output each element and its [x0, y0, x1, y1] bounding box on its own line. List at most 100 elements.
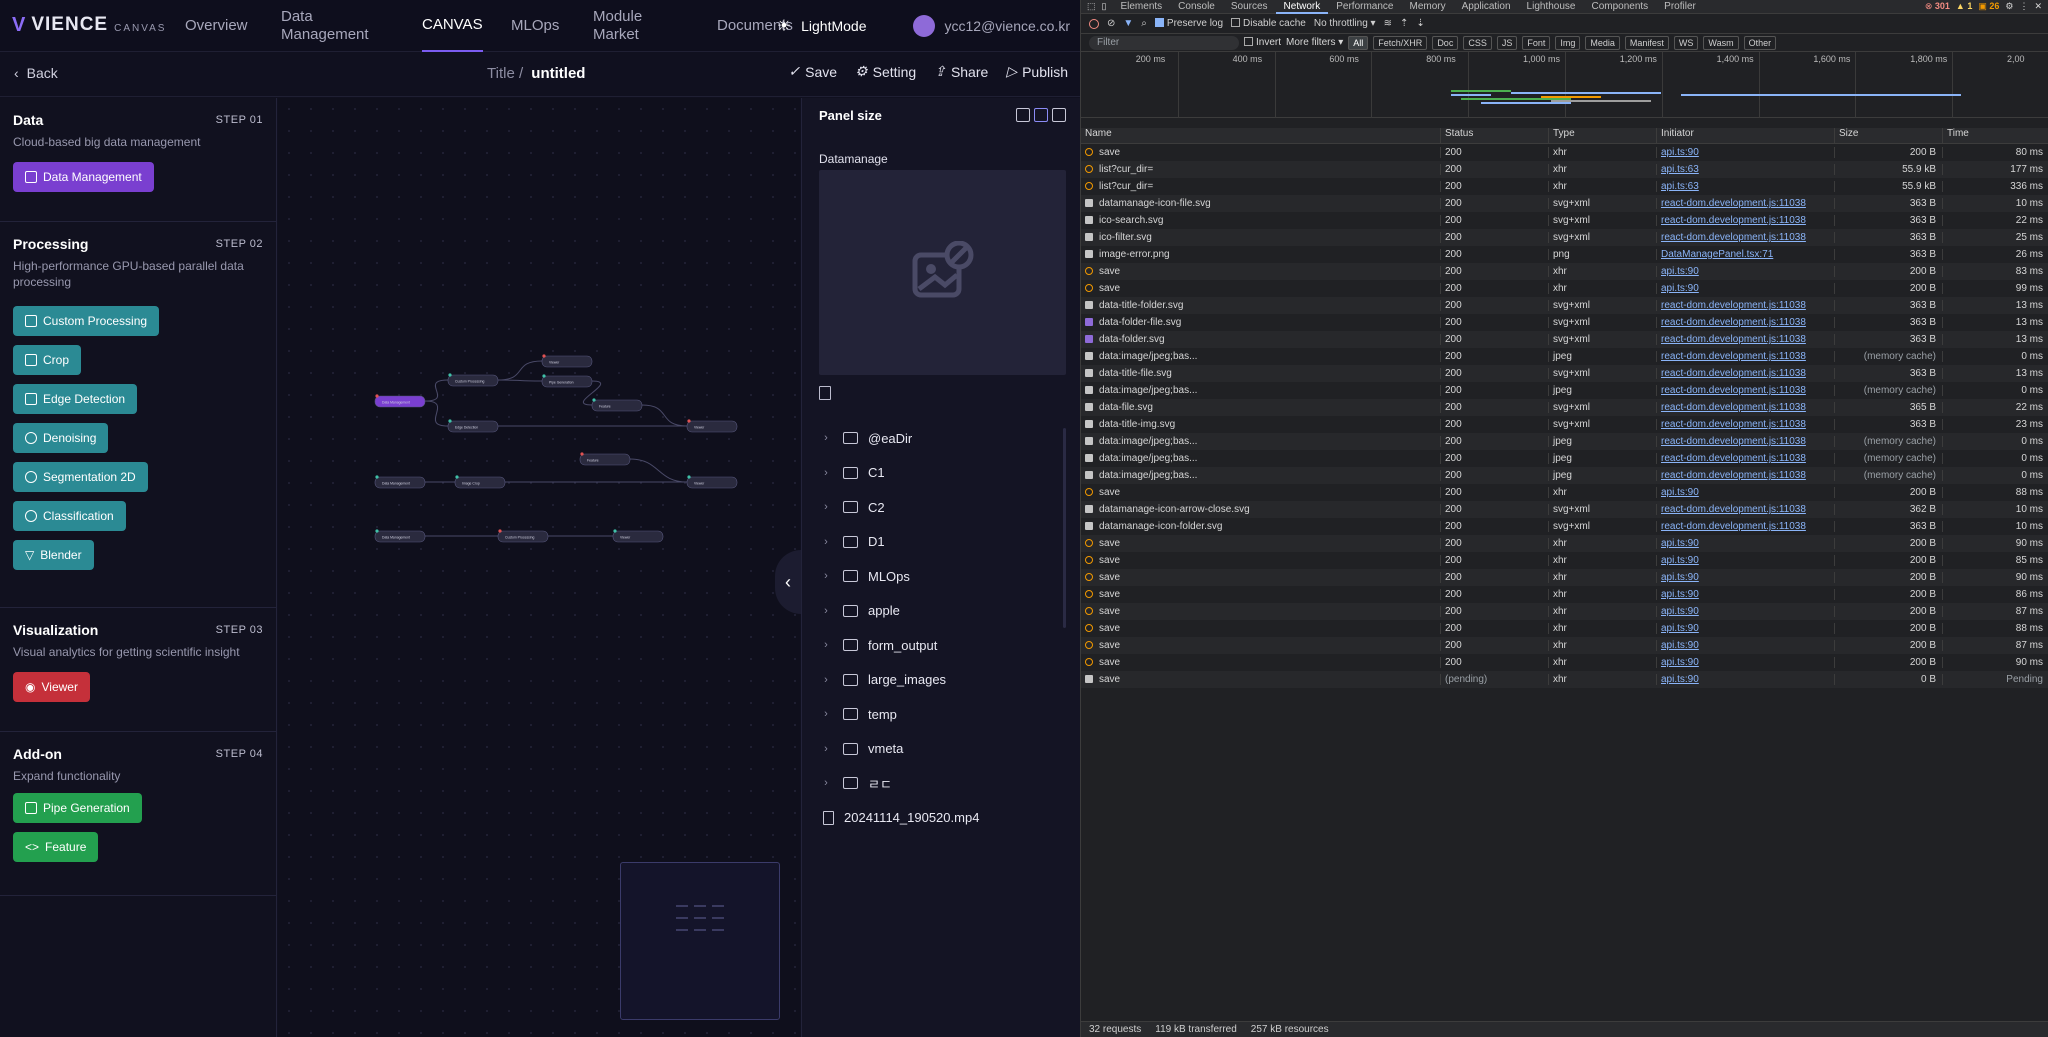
initiator-link[interactable]: api.ts:90 [1661, 266, 1699, 277]
table-row[interactable]: save 200 xhr api.ts:90 200 B 88 ms [1081, 484, 2048, 501]
pipeline-node[interactable]: Custom Processing [497, 529, 549, 543]
request-initiator[interactable]: react-dom.development.js:11038 [1657, 334, 1835, 345]
initiator-link[interactable]: react-dom.development.js:11038 [1661, 436, 1806, 447]
request-name[interactable]: data:image/jpeg;bas... [1081, 453, 1441, 464]
devtools-tab-memory[interactable]: Memory [1401, 0, 1453, 14]
request-name[interactable]: save [1081, 283, 1441, 294]
table-row[interactable]: save 200 xhr api.ts:90 200 B 87 ms [1081, 603, 2048, 620]
initiator-link[interactable]: api.ts:90 [1661, 147, 1699, 158]
minimap[interactable] [620, 862, 780, 1020]
request-name[interactable]: save [1081, 538, 1441, 549]
initiator-link[interactable]: api.ts:90 [1661, 606, 1699, 617]
table-row[interactable]: datamanage-icon-folder.svg 200 svg+xml reac… [1081, 518, 2048, 535]
wifi-icon[interactable]: ≋ [1384, 18, 1392, 29]
pipeline-node[interactable]: Edge Detection [447, 419, 499, 433]
table-row[interactable]: ico-search.svg 200 svg+xml react-dom.develo… [1081, 212, 2048, 229]
classification-button[interactable]: Classification [13, 501, 126, 531]
share-button[interactable]: ⇪ Share [934, 63, 988, 80]
filter-chip-font[interactable]: Font [1522, 35, 1551, 50]
request-name[interactable]: data:image/jpeg;bas... [1081, 470, 1441, 481]
table-row[interactable]: list?cur_dir= 200 xhr api.ts:63 55.9 kB 177 m… [1081, 161, 2048, 178]
error-count[interactable]: ⊗ 301 [1925, 1, 1950, 12]
table-row[interactable]: save 200 xhr api.ts:90 200 B 85 ms [1081, 552, 2048, 569]
request-initiator[interactable]: api.ts:90 [1657, 487, 1835, 498]
request-initiator[interactable]: api.ts:90 [1657, 640, 1835, 651]
node-port[interactable] [613, 529, 617, 533]
filter-chip-js[interactable]: JS [1496, 35, 1518, 50]
request-initiator[interactable]: api.ts:90 [1657, 572, 1835, 583]
devtools-tab-network[interactable]: Network [1275, 0, 1329, 14]
folder-item[interactable]: › ㄹㄷ [819, 766, 1066, 801]
more-filters-dropdown[interactable]: More filters ▾ [1286, 37, 1343, 48]
request-initiator[interactable]: react-dom.development.js:11038 [1657, 300, 1835, 311]
node-port[interactable] [455, 475, 459, 479]
request-initiator[interactable]: react-dom.development.js:11038 [1657, 453, 1835, 464]
devtools-tab-components[interactable]: Components [1583, 0, 1656, 14]
chevron-right-icon[interactable]: › [819, 639, 833, 651]
table-row[interactable]: save (pending) xhr api.ts:90 0 B Pending [1081, 671, 2048, 688]
record-icon[interactable] [1089, 18, 1099, 29]
request-name[interactable]: data:image/jpeg;bas... [1081, 351, 1441, 362]
request-name[interactable]: image-error.png [1081, 249, 1441, 260]
close-icon[interactable]: ✕ [2034, 1, 2042, 12]
pipeline-canvas[interactable]: Data Management Custom Processing Edge Det… [278, 98, 801, 1037]
filter-chip-ws[interactable]: WS [1673, 35, 1699, 50]
table-row[interactable]: data-title-folder.svg 200 svg+xml react-dom… [1081, 297, 2048, 314]
initiator-link[interactable]: react-dom.development.js:11038 [1661, 232, 1806, 243]
warning-count[interactable]: ▲ 1 [1956, 1, 1972, 12]
pipeline-node[interactable]: Data Management [374, 529, 426, 543]
pipe-generation-button[interactable]: Pipe Generation [13, 793, 142, 823]
pipeline-node[interactable]: Pipe Generation [541, 374, 593, 388]
pipeline-node[interactable]: Feature [579, 452, 631, 466]
initiator-link[interactable]: react-dom.development.js:11038 [1661, 215, 1806, 226]
table-row[interactable]: data-folder.svg 200 svg+xml react-dom.devel… [1081, 331, 2048, 348]
table-row[interactable]: image-error.png 200 png DataManagePanel.tsx… [1081, 246, 2048, 263]
request-initiator[interactable]: react-dom.development.js:11038 [1657, 198, 1835, 209]
folder-item[interactable]: › form_output [819, 628, 1066, 663]
disable-cache-checkbox[interactable]: Disable cache [1231, 18, 1306, 29]
column-header-initiator[interactable]: Initiator [1657, 128, 1835, 143]
initiator-link[interactable]: react-dom.development.js:11038 [1661, 385, 1806, 396]
request-initiator[interactable]: react-dom.development.js:11038 [1657, 368, 1835, 379]
initiator-link[interactable]: api.ts:90 [1661, 640, 1699, 651]
column-header-name[interactable]: Name [1081, 128, 1441, 143]
initiator-link[interactable]: api.ts:90 [1661, 589, 1699, 600]
initiator-link[interactable]: react-dom.development.js:11038 [1661, 419, 1806, 430]
denoising-button[interactable]: Denoising [13, 423, 109, 453]
layout-left-icon[interactable] [1016, 108, 1030, 122]
table-row[interactable]: save 200 xhr api.ts:90 200 B 83 ms [1081, 263, 2048, 280]
request-name[interactable]: save [1081, 487, 1441, 498]
table-row[interactable]: save 200 xhr api.ts:90 200 B 87 ms [1081, 637, 2048, 654]
initiator-link[interactable]: react-dom.development.js:11038 [1661, 300, 1806, 311]
folder-item[interactable]: › C2 [819, 490, 1066, 525]
upload-icon[interactable]: ⇡ [1400, 18, 1408, 29]
request-name[interactable]: data-title-file.svg [1081, 368, 1441, 379]
pipeline-node[interactable]: Viewer [686, 475, 738, 489]
nav-data-management[interactable]: Data Management [281, 0, 371, 52]
request-initiator[interactable]: react-dom.development.js:11038 [1657, 402, 1835, 413]
back-button[interactable]: ‹ Back [14, 65, 58, 81]
filter-input[interactable]: Filter [1089, 35, 1239, 50]
request-name[interactable]: list?cur_dir= [1081, 181, 1441, 192]
filter-chip-doc[interactable]: Doc [1432, 35, 1459, 50]
node-port[interactable] [448, 419, 452, 423]
initiator-link[interactable]: react-dom.development.js:11038 [1661, 334, 1806, 345]
request-name[interactable]: list?cur_dir= [1081, 164, 1441, 175]
table-row[interactable]: save 200 xhr api.ts:90 200 B 80 ms [1081, 144, 2048, 161]
request-name[interactable]: save [1081, 589, 1441, 600]
table-row[interactable]: data-file.svg 200 svg+xml react-dom.develop… [1081, 399, 2048, 416]
sun-icon[interactable]: ☀ [777, 16, 791, 36]
panel-scrollbar[interactable] [1063, 428, 1066, 628]
folder-item[interactable]: › large_images [819, 663, 1066, 698]
folder-item[interactable]: › vmeta [819, 732, 1066, 767]
initiator-link[interactable]: react-dom.development.js:11038 [1661, 198, 1806, 209]
request-initiator[interactable]: react-dom.development.js:11038 [1657, 504, 1835, 515]
table-row[interactable]: save 200 xhr api.ts:90 200 B 90 ms [1081, 535, 2048, 552]
column-header-time[interactable]: Time [1943, 128, 2048, 143]
devtools-tab-elements[interactable]: Elements [1112, 0, 1170, 14]
table-row[interactable]: datamanage-icon-arrow-close.svg 200 svg+xm… [1081, 501, 2048, 518]
request-name[interactable]: save [1081, 606, 1441, 617]
custom-processing-button[interactable]: Custom Processing [13, 306, 160, 336]
request-initiator[interactable]: DataManagePanel.tsx:71 [1657, 249, 1835, 260]
request-initiator[interactable]: react-dom.development.js:11038 [1657, 470, 1835, 481]
